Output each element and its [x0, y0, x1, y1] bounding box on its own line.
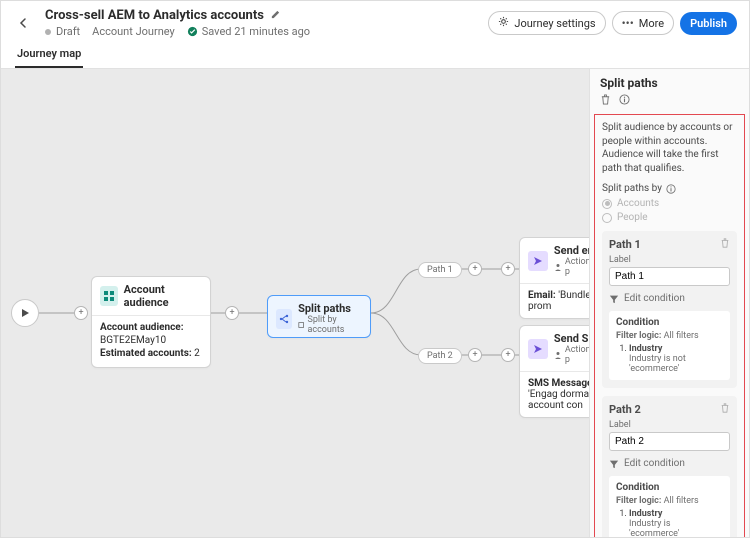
delete-path1-icon[interactable] — [720, 238, 730, 251]
side-panel: Split paths Split audience by accounts o… — [589, 69, 749, 537]
action-icon — [528, 251, 548, 271]
settings-label: Journey settings — [514, 17, 595, 30]
radio-accounts[interactable]: Accounts — [602, 198, 737, 209]
back-button[interactable] — [13, 12, 35, 34]
split-by-label: Split paths by — [602, 183, 737, 194]
edit-title-icon[interactable] — [270, 9, 281, 23]
edit-condition-2[interactable]: Edit condition — [609, 458, 730, 469]
journey-settings-button[interactable]: Journey settings — [488, 11, 605, 35]
saved-text: Saved 21 minutes ago — [202, 25, 310, 38]
split-paths-node[interactable]: Split paths Split by accounts — [267, 295, 371, 338]
filter-icon — [609, 459, 619, 469]
gear-icon — [498, 16, 509, 30]
tab-journey-map[interactable]: Journey map — [15, 41, 83, 68]
building-icon — [298, 321, 304, 329]
more-button[interactable]: ••• More — [612, 11, 675, 35]
panel-title: Split paths — [600, 76, 739, 90]
filter-icon — [609, 294, 619, 304]
info-icon[interactable] — [619, 94, 630, 108]
start-node[interactable] — [11, 299, 39, 327]
person-icon — [554, 351, 562, 359]
account-audience-node[interactable]: Account audience Account audience: BGTE2… — [91, 276, 211, 368]
path1-chip[interactable]: Path 1 — [418, 262, 462, 278]
person-icon — [554, 263, 562, 271]
status-dot — [45, 29, 51, 35]
path-card-2: Path 2 Label Edit condition Condition Fi… — [602, 396, 737, 537]
send-email-node[interactable]: Send email Action on p Email: 'Bundle pr… — [519, 237, 589, 319]
condition-box-1: Condition Filter logic: All filters Indu… — [609, 311, 730, 380]
split-title: Split paths — [298, 302, 362, 315]
panel-desc: Split audience by accounts or people wit… — [602, 121, 737, 175]
add-node-path2-b[interactable]: + — [501, 348, 515, 362]
add-node-path1-b[interactable]: + — [501, 262, 515, 276]
add-node-path1-a[interactable]: + — [468, 262, 482, 276]
journey-type: Account Journey — [92, 25, 175, 38]
path2-chip[interactable]: Path 2 — [418, 348, 462, 364]
info-icon[interactable] — [666, 184, 676, 194]
condition-box-2: Condition Filter logic: All filters Indu… — [609, 476, 730, 537]
add-node-path2-a[interactable]: + — [468, 348, 482, 362]
delete-node-icon[interactable] — [600, 94, 611, 108]
publish-button[interactable]: Publish — [680, 12, 737, 35]
add-node-2[interactable]: + — [225, 306, 239, 320]
add-node-1[interactable]: + — [74, 306, 88, 320]
edit-condition-1[interactable]: Edit condition — [609, 293, 730, 304]
send-sms-node[interactable]: Send SMS Action on p SMS Message: 'Engag… — [519, 325, 589, 418]
path2-label-input[interactable] — [609, 432, 730, 451]
audience-icon — [100, 286, 118, 306]
delete-path2-icon[interactable] — [720, 403, 730, 416]
title-block: Cross-sell AEM to Analytics accounts Dra… — [45, 8, 478, 38]
sms-title: Send SMS — [554, 332, 589, 345]
path1-title: Path 1 — [609, 238, 641, 251]
more-label: More — [639, 17, 664, 30]
path2-title: Path 2 — [609, 403, 641, 416]
path-card-1: Path 1 Label Edit condition Condition Fi… — [602, 231, 737, 388]
status-text: Draft — [56, 25, 80, 38]
split-icon — [276, 309, 292, 329]
action-icon — [528, 339, 548, 359]
saved-check-icon — [187, 26, 198, 37]
journey-canvas[interactable]: + Account audience Account audience: BGT… — [1, 69, 589, 537]
page-title: Cross-sell AEM to Analytics accounts — [45, 8, 264, 23]
audience-title: Account audience — [124, 283, 202, 309]
radio-people[interactable]: People — [602, 212, 737, 223]
publish-label: Publish — [690, 17, 727, 30]
more-icon: ••• — [622, 16, 634, 30]
path1-label-input[interactable] — [609, 267, 730, 286]
email-title: Send email — [554, 244, 589, 257]
